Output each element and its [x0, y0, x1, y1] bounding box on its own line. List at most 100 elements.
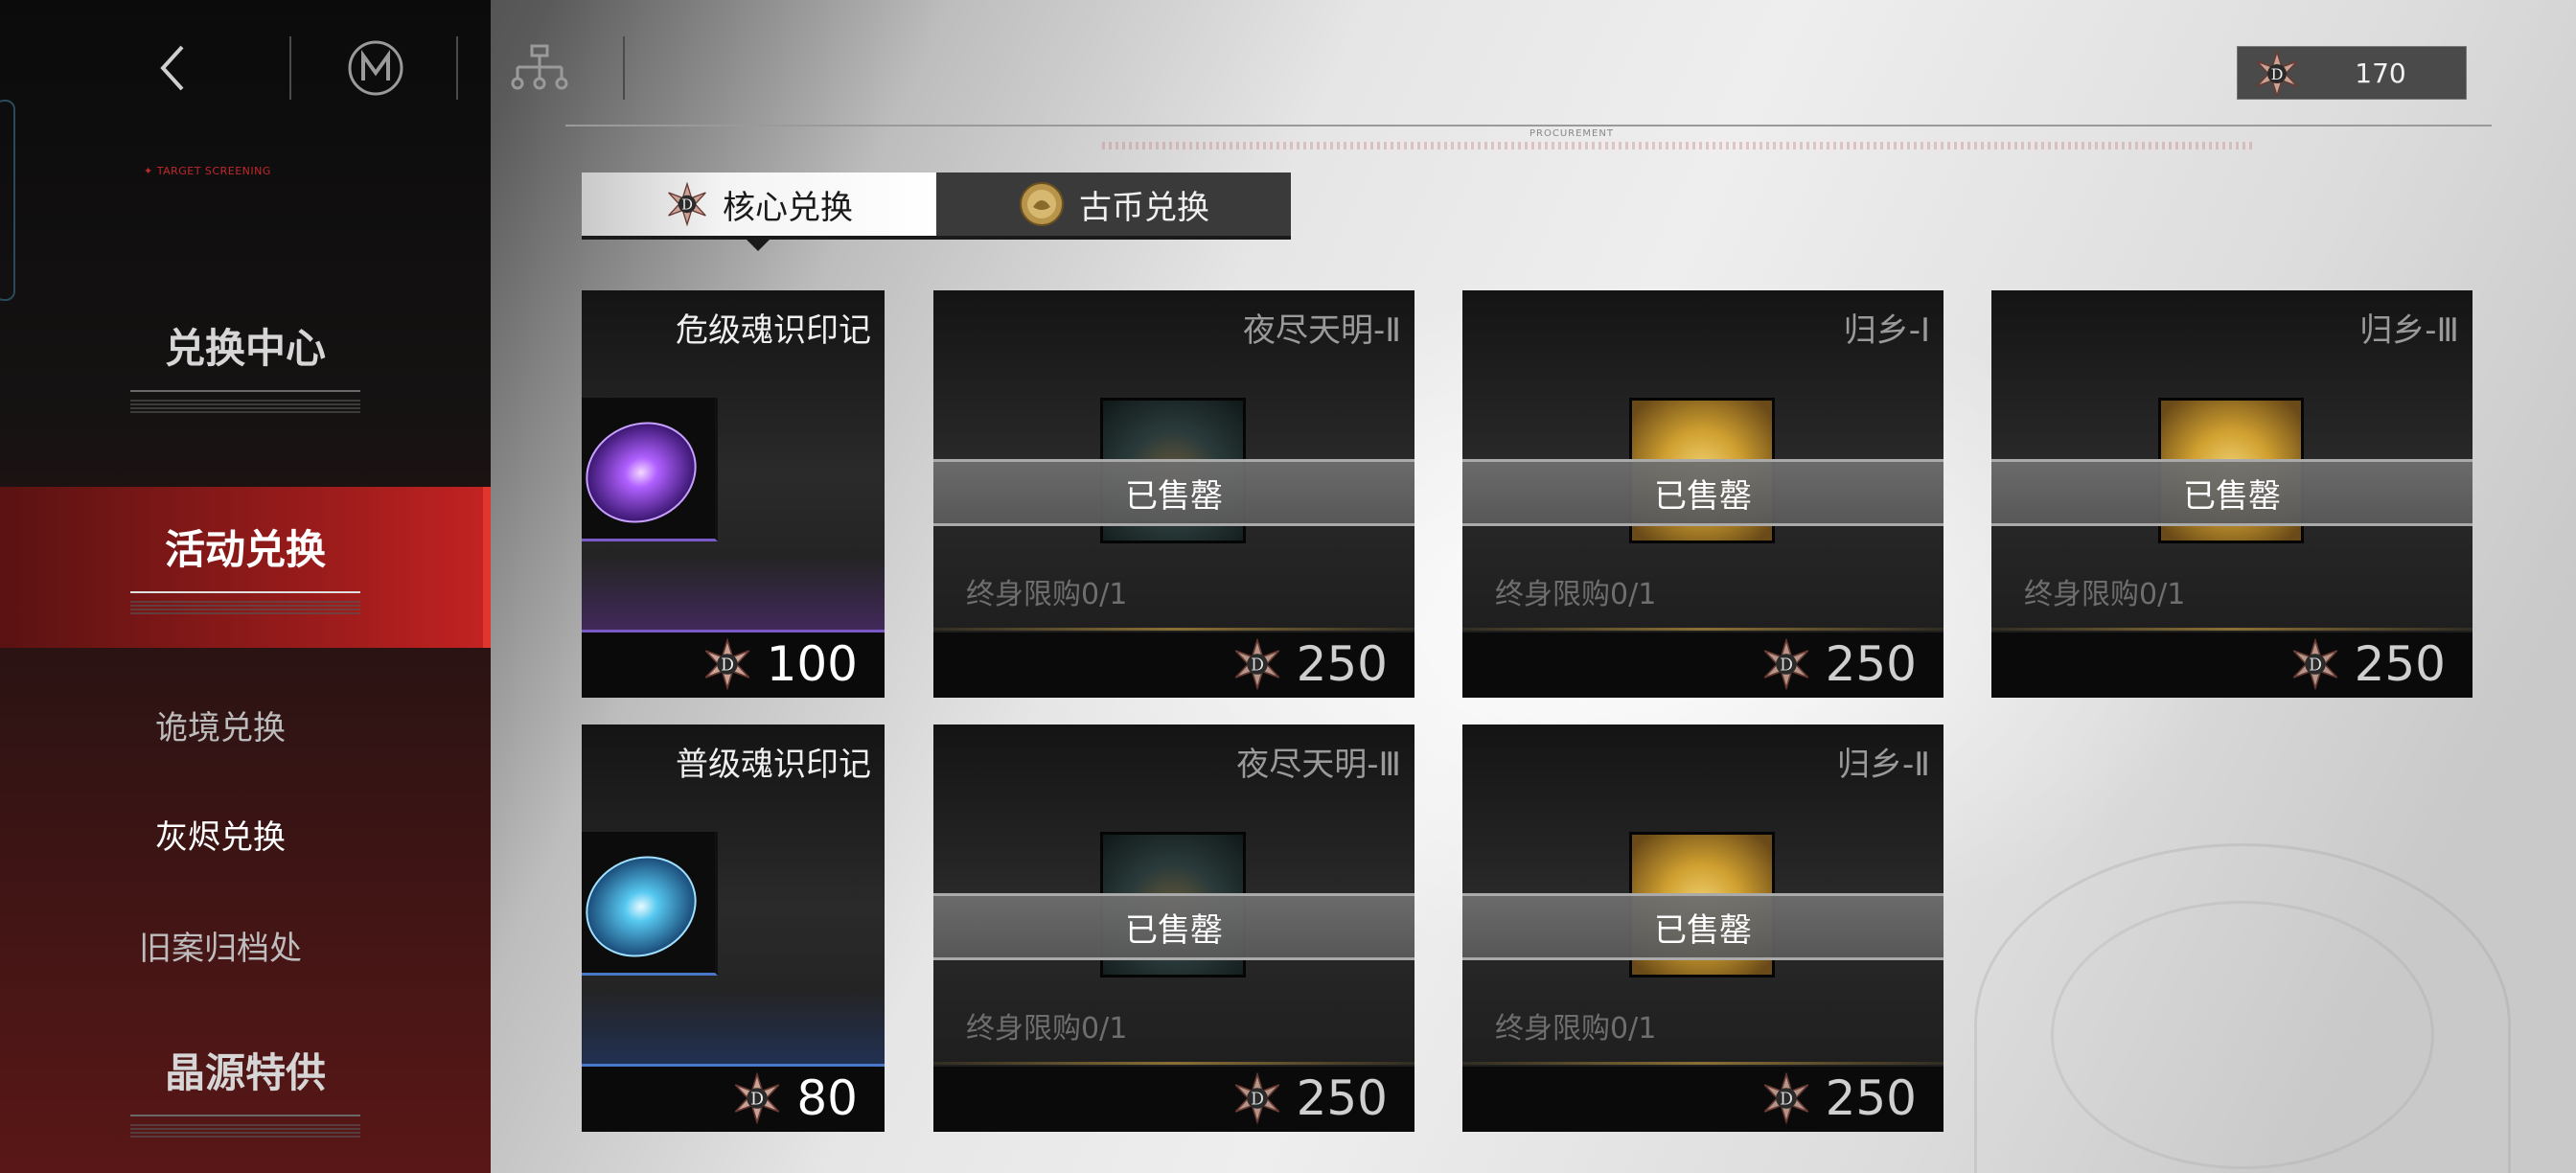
- svg-text:D: D: [1251, 656, 1264, 675]
- background-emblem-ring: [2051, 901, 2434, 1169]
- item-card-homecoming-1[interactable]: 归乡-Ⅰ 已售罄 终身限购0/1 D 250: [1462, 290, 1944, 698]
- item-price: D 250: [1231, 1070, 1388, 1126]
- purchase-limit: 终身限购0/1: [966, 578, 1128, 611]
- top-separator: [623, 36, 625, 100]
- price-value: 250: [1825, 1070, 1917, 1126]
- item-title: 归乡-Ⅱ: [1836, 746, 1930, 784]
- item-thumbnail: [582, 832, 718, 976]
- core-currency-icon: D: [2292, 638, 2337, 690]
- edge-handle[interactable]: [0, 100, 15, 301]
- exchange-tabs: D 核心兑换 古币兑换: [582, 172, 1291, 251]
- purchase-limit: 终身限购0/1: [966, 1012, 1128, 1046]
- decorative-text-lines: [130, 1124, 360, 1138]
- top-separator: [456, 36, 458, 100]
- divider: [130, 591, 360, 593]
- svg-text:D: D: [750, 1090, 764, 1109]
- price-value: 250: [1825, 636, 1917, 692]
- sidebar-item-event-exchange[interactable]: 活动兑换: [0, 487, 491, 648]
- item-card-danger-soulmark[interactable]: 危级魂识印记 D 100: [582, 290, 885, 698]
- item-card-homecoming-3[interactable]: 归乡-Ⅲ 已售罄 终身限购0/1 D 250: [1991, 290, 2472, 698]
- divider: [1462, 1062, 1944, 1065]
- sidebar-item-crystal-special[interactable]: 晶源特供: [0, 1041, 491, 1156]
- svg-text:D: D: [1780, 1090, 1793, 1109]
- sidebar-item-label: 诡境兑换: [155, 709, 286, 748]
- price-value: 250: [2354, 636, 2446, 692]
- svg-text:D: D: [721, 656, 734, 675]
- header-accent: [1102, 142, 2252, 150]
- chevron-left-icon: [160, 45, 184, 91]
- item-price: D 100: [702, 636, 858, 692]
- item-card-common-soulmark[interactable]: 普级魂识印记 D 80: [582, 724, 885, 1132]
- purchase-limit: 终身限购0/1: [1495, 578, 1657, 611]
- header-rule: [565, 125, 2492, 126]
- item-title: 夜尽天明-Ⅲ: [1236, 746, 1401, 784]
- item-title: 归乡-Ⅲ: [2359, 311, 2459, 350]
- tab-core-exchange[interactable]: D 核心兑换: [582, 172, 936, 251]
- sidebar-item-label: 灰烬兑换: [155, 818, 286, 857]
- sold-out-banner: 已售罄: [1462, 459, 1944, 526]
- sidebar-item-ember-exchange[interactable]: 灰烬兑换: [0, 811, 466, 858]
- item-card-night-dawn-3[interactable]: 夜尽天明-Ⅲ 已售罄 终身限购0/1 D 250: [933, 724, 1414, 1132]
- core-currency-icon: D: [704, 638, 749, 690]
- core-currency-icon: D: [1763, 1072, 1808, 1124]
- hierarchy-button[interactable]: [506, 38, 573, 98]
- item-card-night-dawn-2[interactable]: 夜尽天明-Ⅱ 已售罄 终身限购0/1 D 250: [933, 290, 1414, 698]
- price-value: 250: [1296, 636, 1388, 692]
- tab-pointer: [747, 240, 770, 251]
- divider: [130, 390, 360, 392]
- svg-text:D: D: [1780, 656, 1793, 675]
- divider: [933, 628, 1414, 631]
- svg-text:D: D: [681, 197, 693, 214]
- currency-value: 170: [2355, 57, 2406, 89]
- svg-text:D: D: [2309, 656, 2322, 675]
- item-price: D 80: [731, 1070, 858, 1126]
- core-currency-icon: D: [735, 1072, 780, 1124]
- sidebar-item-case-archive[interactable]: 旧案归档处: [0, 922, 466, 969]
- item-title: 普级魂识印记: [676, 746, 871, 784]
- hierarchy-icon: [511, 44, 568, 90]
- item-card-homecoming-2[interactable]: 归乡-Ⅱ 已售罄 终身限购0/1 D 250: [1462, 724, 1944, 1132]
- purchase-limit: 终身限购0/1: [1495, 1012, 1657, 1046]
- m-logo-icon: [348, 40, 403, 96]
- currency-display: D 170: [2237, 46, 2467, 100]
- purchase-limit: 终身限购0/1: [2024, 578, 2186, 611]
- decorative-text-lines: [130, 400, 360, 413]
- tab-label: 核心兑换: [723, 188, 853, 227]
- decorative-text-lines: [130, 601, 360, 614]
- core-currency-icon: D: [1234, 638, 1279, 690]
- svg-text:D: D: [1251, 1090, 1264, 1109]
- rarity-glow: [582, 990, 885, 1067]
- sidebar-item-label: 晶源特供: [164, 1049, 326, 1096]
- sidebar-item-exchange-center[interactable]: 兑换中心: [0, 316, 491, 431]
- sidebar-item-label: 兑换中心: [164, 325, 326, 372]
- ancient-coin-icon: [1020, 182, 1064, 226]
- core-currency-icon: D: [668, 182, 706, 226]
- item-title: 夜尽天明-Ⅱ: [1242, 311, 1401, 350]
- tab-label: 古币兑换: [1079, 188, 1209, 227]
- sold-out-banner: 已售罄: [933, 459, 1414, 526]
- item-price: D 250: [1760, 1070, 1917, 1126]
- tab-ancient-coin-exchange[interactable]: 古币兑换: [936, 172, 1291, 240]
- section-caption: PROCUREMENT: [1530, 128, 1614, 139]
- sidebar-item-label: 活动兑换: [164, 526, 326, 573]
- core-currency-icon: D: [1234, 1072, 1279, 1124]
- home-logo-button[interactable]: [337, 38, 414, 98]
- item-price: D 250: [2289, 636, 2446, 692]
- divider: [130, 1115, 360, 1116]
- sidebar-item-label: 旧案归档处: [139, 930, 302, 968]
- price-value: 80: [796, 1070, 858, 1126]
- item-title: 归乡-Ⅰ: [1843, 311, 1930, 350]
- target-screening-tag: ✦ TARGET SCREENING: [144, 165, 271, 177]
- item-price: D 250: [1231, 636, 1388, 692]
- core-currency-icon: D: [1763, 638, 1808, 690]
- sold-out-banner: 已售罄: [1462, 893, 1944, 960]
- divider: [1462, 628, 1944, 631]
- top-separator: [289, 36, 291, 100]
- rarity-glow: [582, 556, 885, 632]
- price-value: 250: [1296, 1070, 1388, 1126]
- back-button[interactable]: [134, 38, 211, 98]
- sidebar-item-realm-exchange[interactable]: 诡境兑换: [0, 702, 466, 748]
- divider: [933, 1062, 1414, 1065]
- price-value: 100: [766, 636, 858, 692]
- active-indicator: [483, 487, 491, 648]
